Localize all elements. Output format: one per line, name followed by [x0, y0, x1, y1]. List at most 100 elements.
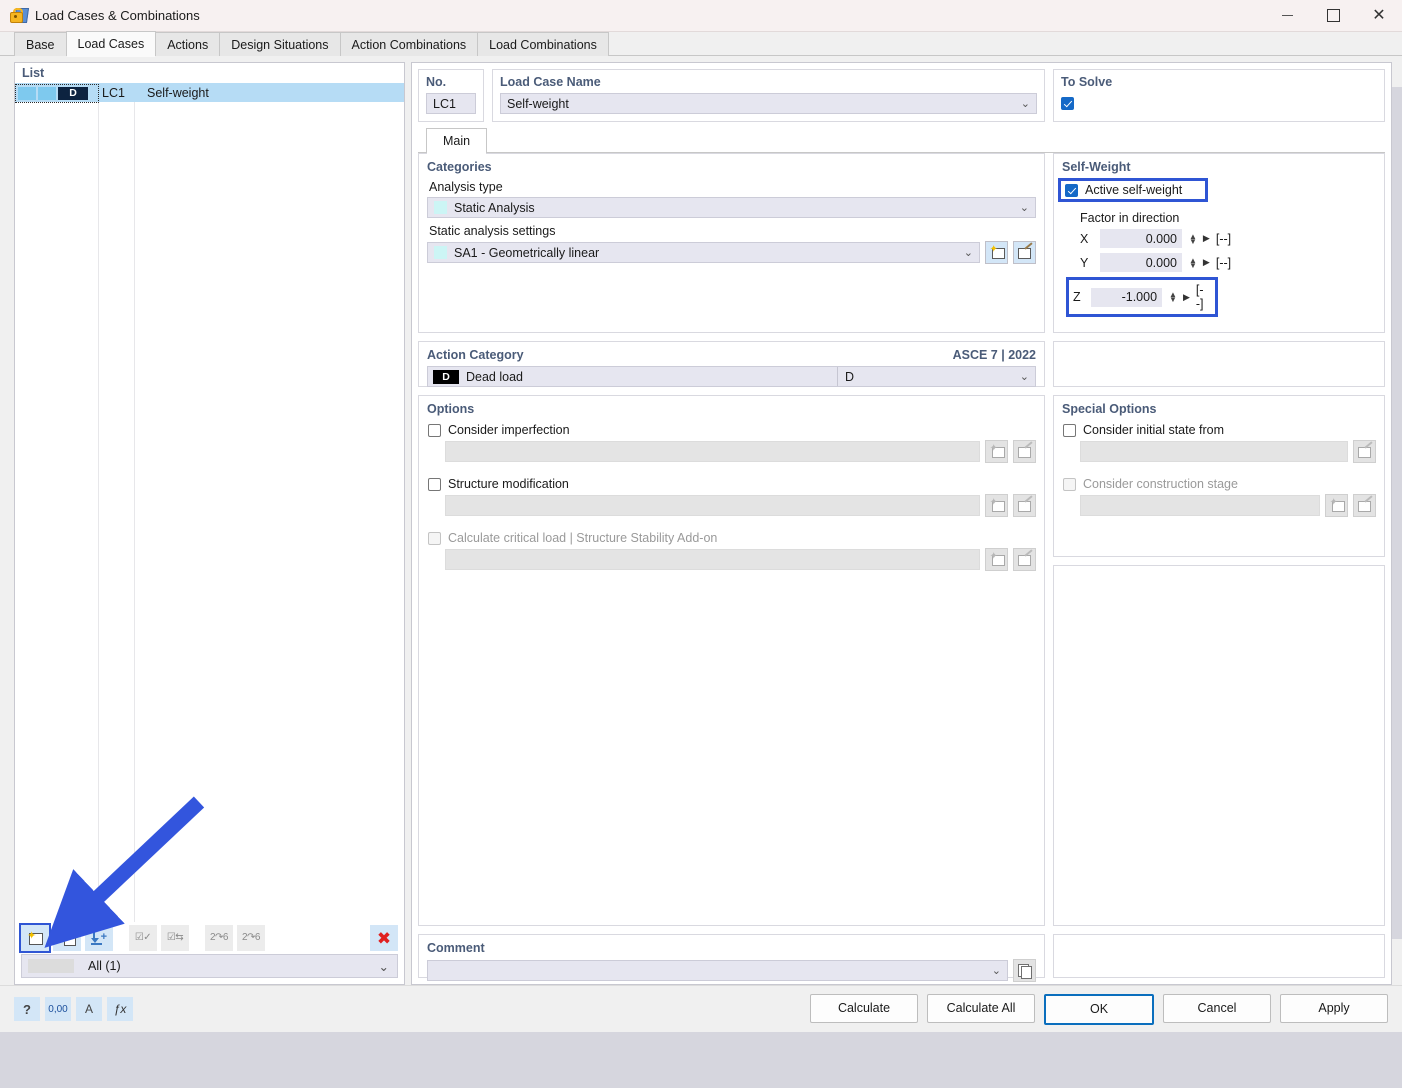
tab-base[interactable]: Base: [14, 32, 67, 56]
window-controls: ✕: [1264, 0, 1402, 31]
comment-field[interactable]: ⌄: [427, 960, 1008, 981]
load-case-table[interactable]: D LC1 Self-weight: [15, 83, 404, 922]
copy-load-case-button[interactable]: [53, 925, 81, 951]
factor-x-row: X 0.000 ▲▼ ▶ [--]: [1080, 229, 1376, 248]
import-load-case-button[interactable]: +: [85, 925, 113, 951]
tab-action-combinations[interactable]: Action Combinations: [340, 32, 479, 56]
help-icon: ?: [23, 1002, 31, 1017]
renumber-button[interactable]: 2↷6: [205, 925, 233, 951]
tab-actions[interactable]: Actions: [155, 32, 220, 56]
expand-y-icon[interactable]: ▶: [1203, 257, 1210, 268]
spinner-z[interactable]: ▲▼: [1169, 292, 1177, 302]
factor-in-direction-label: Factor in direction: [1080, 211, 1376, 225]
cancel-button[interactable]: Cancel: [1163, 994, 1271, 1023]
tab-load-combinations[interactable]: Load Combinations: [477, 32, 609, 56]
check-all-icon: ☑✓: [135, 933, 151, 944]
chevron-down-icon: ⌄: [1020, 370, 1029, 383]
consider-initial-state-label: Consider initial state from: [1083, 423, 1224, 437]
tab-load-cases[interactable]: Load Cases: [66, 31, 157, 56]
window-right-edge: [1392, 87, 1402, 939]
chevron-down-icon: ⌄: [1020, 201, 1029, 214]
consider-imperfection-checkbox[interactable]: [428, 424, 441, 437]
calculate-all-button[interactable]: Calculate All: [927, 994, 1035, 1023]
critical-load-field: [445, 549, 980, 570]
active-self-weight-checkbox[interactable]: [1065, 184, 1078, 197]
structure-modification-checkbox[interactable]: [428, 478, 441, 491]
active-self-weight-row[interactable]: Active self-weight: [1058, 178, 1208, 202]
table-row[interactable]: D LC1 Self-weight: [15, 83, 404, 102]
load-case-name-field[interactable]: Self-weight ⌄: [500, 93, 1037, 114]
consider-imperfection-row[interactable]: Consider imperfection: [428, 423, 1036, 437]
dialog-body: List D LC1 Self-weight ✦: [0, 56, 1402, 985]
categories-panel: Categories Analysis type Static Analysis…: [418, 153, 1045, 333]
to-solve-checkbox[interactable]: [1061, 97, 1074, 110]
action-category-field[interactable]: D Dead load D ⌄: [427, 366, 1036, 387]
chevron-down-icon: ⌄: [379, 959, 389, 974]
factor-z-row: Z -1.000 ▲▼ ▶ [--]: [1066, 277, 1218, 317]
renumber-icon: 2↷6: [210, 933, 228, 944]
special-options-panel: Special Options Consider initial state f…: [1053, 395, 1385, 557]
delete-load-case-button[interactable]: ✖: [370, 925, 398, 951]
analysis-type-field[interactable]: Static Analysis ⌄: [427, 197, 1036, 218]
structure-modification-row[interactable]: Structure modification: [428, 477, 1036, 491]
units-button[interactable]: 0,00: [45, 997, 71, 1021]
factor-x-input[interactable]: 0.000: [1100, 229, 1182, 248]
no-field[interactable]: LC1: [426, 93, 476, 114]
minimize-button[interactable]: [1264, 0, 1310, 31]
factor-z-value: -1.000: [1122, 290, 1157, 304]
active-self-weight-label: Active self-weight: [1085, 183, 1182, 197]
initial-state-field[interactable]: [1080, 441, 1348, 462]
factor-y-input[interactable]: 0.000: [1100, 253, 1182, 272]
edit-structure-modification-button[interactable]: [1013, 494, 1036, 517]
factor-z-input[interactable]: -1.000: [1091, 288, 1162, 307]
comment-panel: Comment ⌄: [418, 934, 1045, 978]
consider-initial-state-row[interactable]: Consider initial state from: [1063, 423, 1376, 437]
calculate-button[interactable]: Calculate: [810, 994, 918, 1023]
select-all-button[interactable]: ☑✓: [129, 925, 157, 951]
settings-swatch: [434, 246, 447, 259]
close-button[interactable]: ✕: [1356, 0, 1402, 31]
static-analysis-settings-row: SA1 - Geometrically linear ⌄ ✦: [427, 241, 1036, 264]
formula-button[interactable]: ƒx: [107, 997, 133, 1021]
static-analysis-settings-value: SA1 - Geometrically linear: [454, 246, 599, 260]
comment-copy-button[interactable]: [1013, 959, 1036, 982]
action-category-value: Dead load: [466, 370, 523, 384]
spinner-y[interactable]: ▲▼: [1189, 258, 1197, 268]
new-settings-button[interactable]: ✦: [985, 241, 1008, 264]
ok-button[interactable]: OK: [1044, 994, 1154, 1025]
options-panel: Options Consider imperfection ✦: [418, 395, 1045, 926]
renumber-from-button[interactable]: 2↷6: [237, 925, 265, 951]
imperfection-field[interactable]: [445, 441, 980, 462]
consider-initial-state-checkbox[interactable]: [1063, 424, 1076, 437]
axis-x-label: X: [1080, 232, 1094, 246]
new-structure-modification-button[interactable]: ✦: [985, 494, 1008, 517]
edit-imperfection-button[interactable]: [1013, 440, 1036, 463]
new-load-case-button[interactable]: ✦: [21, 925, 49, 951]
invert-selection-button[interactable]: ☑⇆: [161, 925, 189, 951]
edit-settings-button[interactable]: [1013, 241, 1036, 264]
detail-content: Categories Analysis type Static Analysis…: [412, 153, 1391, 984]
expand-z-icon[interactable]: ▶: [1183, 292, 1190, 303]
maximize-button[interactable]: [1310, 0, 1356, 31]
window-title: Load Cases & Combinations: [35, 8, 200, 23]
expand-x-icon[interactable]: ▶: [1203, 233, 1210, 244]
apply-button[interactable]: Apply: [1280, 994, 1388, 1023]
imperfection-field-row: ✦: [445, 440, 1036, 463]
structure-modification-field[interactable]: [445, 495, 980, 516]
edit-construction-stage-button: [1353, 494, 1376, 517]
copy-window-icon: [59, 931, 75, 945]
tab-main[interactable]: Main: [426, 128, 487, 153]
calculate-critical-load-label: Calculate critical load | Structure Stab…: [448, 531, 717, 545]
spinner-x[interactable]: ▲▼: [1189, 234, 1197, 244]
new-imperfection-button[interactable]: ✦: [985, 440, 1008, 463]
help-button[interactable]: ?: [14, 997, 40, 1021]
units-icon: 0,00: [48, 1004, 67, 1015]
construction-stage-field-row: ✦: [1080, 494, 1376, 517]
display-properties-button[interactable]: A: [76, 997, 102, 1021]
static-analysis-settings-field[interactable]: SA1 - Geometrically linear ⌄: [427, 242, 980, 263]
tab-design-situations[interactable]: Design Situations: [219, 32, 340, 56]
action-category-caption: Action Category: [427, 348, 524, 362]
edit-pencil-icon: [1018, 246, 1032, 259]
edit-initial-state-button[interactable]: [1353, 440, 1376, 463]
list-filter-dropdown[interactable]: All (1) ⌄: [21, 954, 398, 978]
